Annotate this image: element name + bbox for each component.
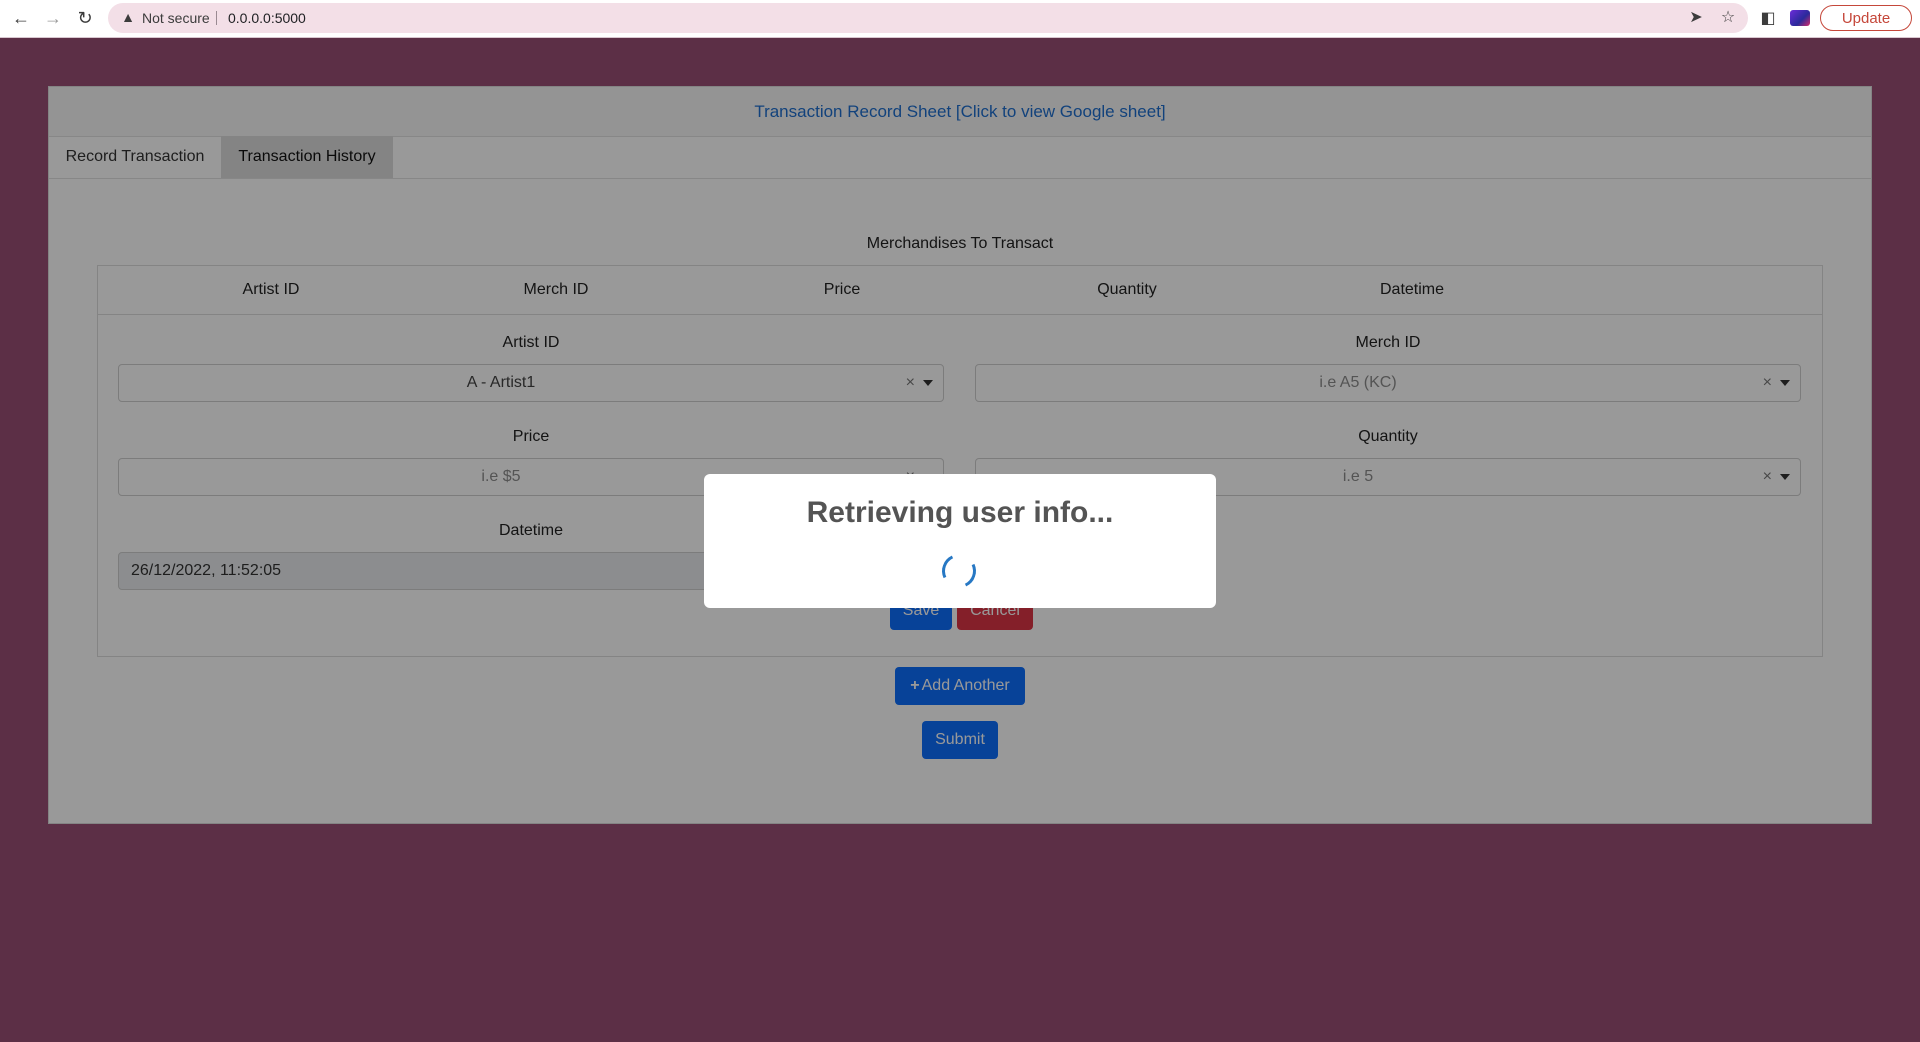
plus-icon: + [910,677,920,694]
submit-button[interactable]: Submit [922,721,998,759]
url-text: 0.0.0.0:5000 [228,10,306,26]
browser-toolbar: ← → ↻ ▲ Not secure 0.0.0.0:5000 ➤ ☆ ◧ Up… [0,0,1920,38]
column-header-quantity: Quantity [1097,281,1157,298]
quantity-label: Quantity [1358,428,1418,445]
send-icon[interactable]: ➤ [1686,8,1706,28]
merch-id-select[interactable]: i.e A5 (KC) × [975,364,1801,402]
divider [216,11,217,25]
artist-id-label: Artist ID [502,334,560,351]
back-icon[interactable]: ← [8,6,34,30]
card-header: Transaction Record Sheet [Click to view … [49,87,1871,137]
tab-record-transaction[interactable]: Record Transaction [49,136,221,178]
clear-icon[interactable]: × [906,365,915,401]
price-label: Price [512,428,550,445]
artist-id-select[interactable]: A - Artist1 × [118,364,944,402]
caret-down-icon[interactable] [923,380,933,386]
loading-spinner-icon [937,549,981,593]
caret-down-icon[interactable] [1780,380,1790,386]
modal-title: Retrieving user info... [806,496,1114,529]
merch-id-label: Merch ID [1355,334,1421,351]
column-header-datetime: Datetime [1379,281,1445,298]
bookmark-star-icon[interactable]: ☆ [1718,8,1738,28]
forward-icon[interactable]: → [40,6,66,30]
clear-icon[interactable]: × [1763,459,1772,495]
address-bar[interactable]: ▲ Not secure 0.0.0.0:5000 ➤ ☆ [108,3,1748,33]
tab-bar: Record Transaction Transaction History [49,136,1871,179]
merch-id-placeholder: i.e A5 (KC) [1319,374,1397,391]
warning-icon: ▲ [121,9,135,25]
update-button[interactable]: Update [1820,5,1912,31]
column-header-artist-id: Artist ID [242,281,300,298]
section-title: Merchandises To Transact [866,235,1054,252]
add-another-button[interactable]: + Add Another [895,667,1025,705]
caret-down-icon[interactable] [1780,474,1790,480]
table-header: Artist ID Merch ID Price Quantity Dateti… [98,266,1822,315]
column-header-merch-id: Merch ID [523,281,589,298]
side-panel-icon[interactable]: ◧ [1758,9,1778,29]
add-another-label: Add Another [921,677,1010,694]
artist-id-value: A - Artist1 [466,374,536,391]
reload-icon[interactable]: ↻ [72,6,98,30]
clear-icon[interactable]: × [1763,365,1772,401]
security-label: Not secure [142,10,210,26]
tab-transaction-history[interactable]: Transaction History [221,136,393,178]
column-header-price: Price [823,281,861,298]
loading-modal: Retrieving user info... [704,474,1216,608]
google-sheet-link[interactable]: Transaction Record Sheet [Click to view … [754,102,1165,121]
transaction-card: Transaction Record Sheet [Click to view … [48,86,1872,824]
extension-icon[interactable] [1790,10,1810,26]
